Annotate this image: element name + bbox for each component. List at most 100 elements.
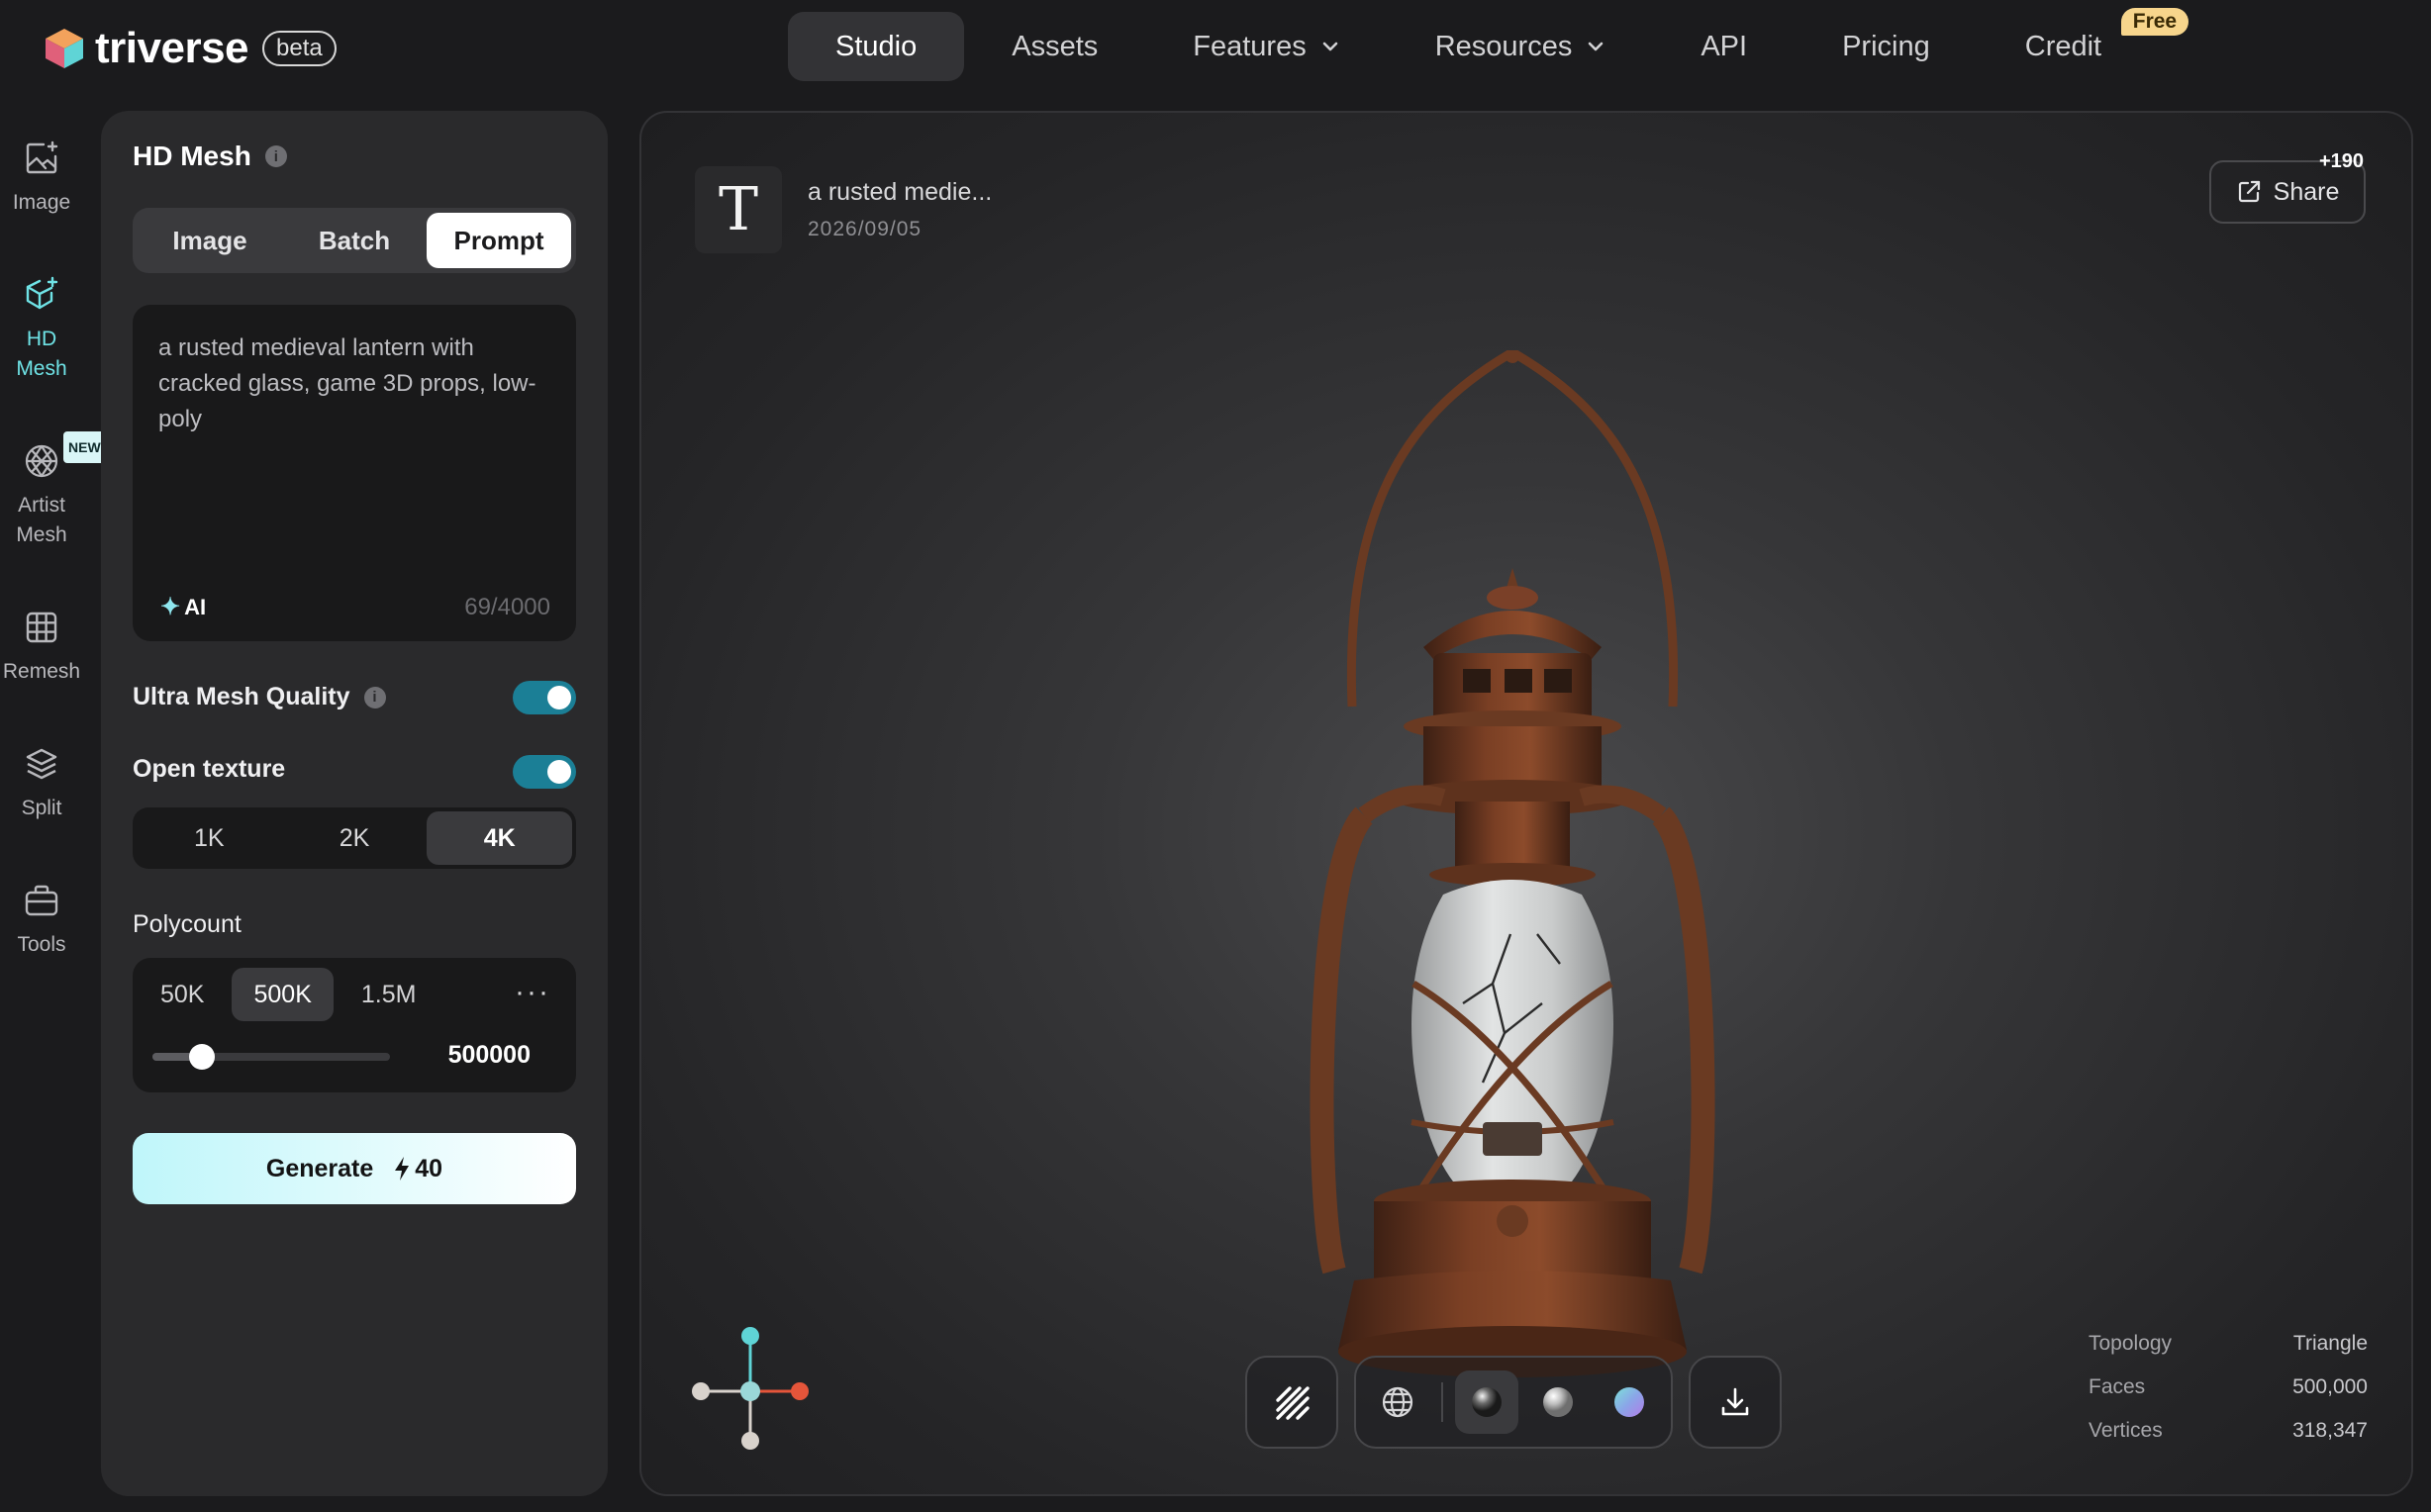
polycount-label: Polycount [133,910,242,939]
open-texture-toggle[interactable] [513,755,576,789]
nav-api-label: API [1701,30,1748,62]
stat-label: Topology [2089,1332,2173,1355]
polycount-50k[interactable]: 50K [139,968,226,1021]
sparkle-icon: ✦ [160,594,181,620]
panel-title-text: HD Mesh [133,141,251,171]
stat-row: Vertices 318,347 [2089,1409,2368,1453]
toolbar-divider [1441,1382,1443,1422]
hatch-icon [1276,1386,1310,1420]
normal-map-button[interactable] [1598,1370,1661,1434]
top-navigation: triverse beta Studio Assets Features Res… [0,0,2431,103]
ultra-mesh-quality-toggle[interactable] [513,681,576,714]
nav-pricing-label: Pricing [1842,30,1930,62]
stat-value: 500,000 [2292,1375,2368,1398]
ultra-mesh-quality-label: Ultra Mesh Quality i [133,683,386,711]
wireframe-toggle-group [1245,1356,1338,1449]
stat-value: 318,347 [2292,1419,2368,1442]
layers-icon [26,748,57,780]
item-title[interactable]: a rusted medie... [808,178,992,207]
download-button[interactable] [1703,1370,1767,1434]
shaded-clay-button[interactable] [1526,1370,1590,1434]
settings-panel: HD Mesh i Image Batch Prompt a rusted me… [101,111,608,1496]
polycount-label-text: Polycount [133,910,242,938]
resolution-1k[interactable]: 1K [137,811,282,865]
nav-credit[interactable]: Credit Free [1978,8,2189,81]
ai-label: AI [184,594,207,619]
shaded-matte-button[interactable] [1455,1370,1518,1434]
rail-item-split[interactable]: Split [0,744,83,823]
material-mode-group [1354,1356,1673,1449]
rail-item-artist-mesh[interactable]: NEW Artist Mesh [0,431,106,550]
slider-thumb[interactable] [189,1044,216,1070]
polycount-500k[interactable]: 500K [232,968,334,1021]
nav-resources[interactable]: Resources [1388,12,1654,81]
share-reward-count: +190 [2318,150,2364,172]
globe-button[interactable] [1366,1370,1429,1434]
resolution-4k[interactable]: 4K [427,811,573,865]
tab-image[interactable]: Image [138,213,282,268]
mode-switcher: Image Batch Prompt [133,208,576,273]
stat-row: Topology Triangle [2089,1322,2368,1366]
nav-pricing[interactable]: Pricing [1795,12,1978,81]
triverse-logo-icon [46,29,83,68]
rail-item-image[interactable]: Image [0,139,83,218]
nav-assets-label: Assets [1012,30,1099,62]
main-nav: Studio Assets Features Resources API Pri… [788,8,2189,81]
normal-sphere-icon [1614,1387,1644,1417]
prompt-input[interactable]: a rusted medieval lantern with cracked g… [133,305,576,641]
brand-logo[interactable]: triverse beta [44,24,337,73]
download-icon [1721,1387,1749,1416]
open-texture-label: Open texture [133,755,285,784]
prompt-text[interactable]: a rusted medieval lantern with cracked g… [158,331,554,437]
ultra-label-text: Ultra Mesh Quality [133,683,350,710]
polycount-value[interactable]: 500000 [448,1041,531,1070]
clay-sphere-icon [1543,1387,1573,1417]
image-sparkle-icon [26,141,58,174]
generate-cost: 40 [393,1155,442,1183]
beta-badge: beta [262,31,337,66]
item-date: 2026/09/05 [808,218,923,240]
nav-assets[interactable]: Assets [964,12,1145,81]
generate-button[interactable]: Generate 40 [133,1133,576,1204]
nav-studio[interactable]: Studio [788,12,965,81]
nav-api[interactable]: API [1653,12,1795,81]
panel-title: HD Mesh i [133,141,287,172]
external-share-icon [2238,180,2260,203]
rail-item-label: Tools [17,933,66,956]
generate-label: Generate [265,1154,374,1182]
model-viewer[interactable]: T a rusted medie... 2026/09/05 Share +19… [639,111,2413,1496]
chevron-down-icon [1322,42,1338,51]
tab-batch[interactable]: Batch [282,213,427,268]
cube-sparkle-icon [26,276,58,310]
mesh-stats: Topology Triangle Faces 500,000 Vertices 31… [2089,1322,2368,1453]
info-icon[interactable]: i [363,686,386,709]
nav-credit-label: Credit [2024,30,2102,62]
dark-sphere-icon [1472,1387,1502,1417]
tab-prompt[interactable]: Prompt [427,213,571,268]
nav-features[interactable]: Features [1145,12,1387,81]
stat-label: Faces [2089,1375,2146,1398]
rail-item-tools[interactable]: Tools [0,881,83,960]
more-options-icon[interactable]: ··· [515,976,550,1009]
brand-name: triverse [95,24,249,72]
polycount-slider[interactable] [152,1044,390,1070]
nav-features-label: Features [1193,30,1307,62]
info-icon[interactable]: i [264,145,287,167]
polycount-1-5m[interactable]: 1.5M [340,968,438,1021]
chevron-down-icon [1589,42,1604,51]
rail-item-label: Split [21,797,62,819]
ai-assist-button[interactable]: ✦ AI [160,593,206,621]
text-prompt-thumbnail: T [695,166,782,253]
rail-item-remesh[interactable]: Remesh [0,608,83,687]
stat-row: Faces 500,000 [2089,1366,2368,1409]
wireframe-button[interactable] [1260,1370,1323,1434]
axis-gizmo[interactable] [689,1324,818,1453]
stat-value: Triangle [2292,1332,2368,1355]
polycount-options: 50K 500K 1.5M [133,958,443,1031]
grid-icon [26,612,57,643]
nav-studio-label: Studio [835,30,918,62]
texture-label-text: Open texture [133,755,286,783]
lantern-3d-model[interactable] [1295,350,1730,1399]
rail-item-hd-mesh[interactable]: HD Mesh [0,275,83,384]
resolution-2k[interactable]: 2K [282,811,428,865]
